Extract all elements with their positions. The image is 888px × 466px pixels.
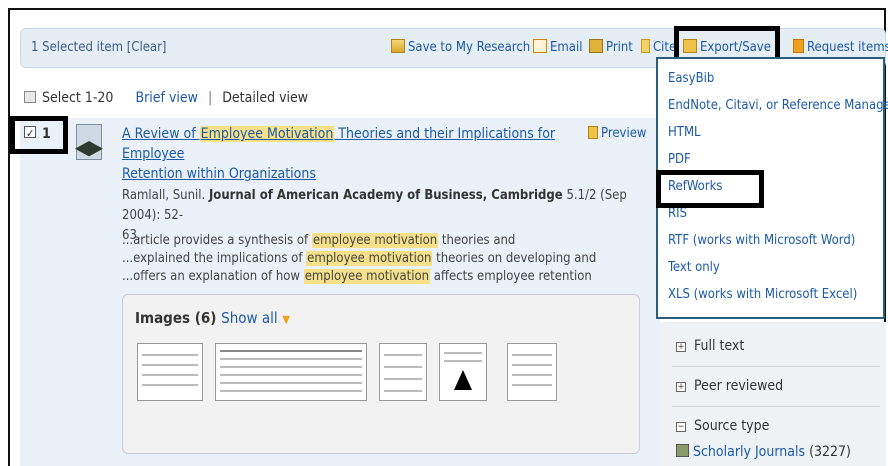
facet-label: Peer reviewed: [694, 378, 784, 394]
facet-label: Source type: [694, 418, 770, 434]
journal-icon: [676, 444, 689, 457]
preview-link[interactable]: Preview: [588, 126, 646, 141]
expand-icon: +: [676, 342, 686, 352]
title-highlight: Employee Motivation: [199, 126, 335, 142]
snippet-line: ...article provides a synthesis of emplo…: [122, 232, 596, 250]
request-items-label: Request items: [807, 40, 888, 55]
graduation-cap-icon: [75, 141, 103, 157]
snippet-text: theories on developing and: [432, 251, 597, 266]
snippet-text: theories and: [438, 233, 516, 248]
snippet-text: ...explained the implications of: [122, 251, 307, 266]
result-title-link[interactable]: A Review of Employee Motivation Theories…: [122, 124, 592, 184]
show-all-link[interactable]: Show all: [221, 309, 277, 327]
scholarly-journal-icon: [75, 124, 103, 160]
image-thumbnail[interactable]: [379, 343, 427, 401]
menu-item-ris[interactable]: RIS: [668, 206, 687, 221]
title-part: Retention within Organizations: [122, 166, 316, 182]
divider: [672, 406, 880, 407]
snippet-highlight: employee motivation: [306, 251, 433, 266]
save-to-research-label: Save to My Research: [408, 40, 531, 55]
snippet-highlight: employee motivation: [311, 233, 439, 248]
snippet-text: affects employee retention: [430, 269, 592, 284]
author: Ramlall, Sunil.: [122, 188, 206, 203]
menu-item-xls[interactable]: XLS (works with Microsoft Excel): [668, 287, 857, 302]
result-snippets: ...article provides a synthesis of emplo…: [122, 232, 596, 286]
menu-item-text-only[interactable]: Text only: [668, 260, 720, 275]
cite-label: Cite: [653, 40, 677, 55]
images-header: Images (6) Show all ▼: [135, 309, 290, 327]
menu-item-easybib[interactable]: EasyBib: [668, 71, 714, 86]
snippet-text: ...offers an explanation of how: [122, 269, 304, 284]
envelope-icon: [533, 39, 547, 53]
image-thumbnail[interactable]: [215, 343, 367, 401]
brief-view-link[interactable]: Brief view: [135, 90, 198, 106]
collapse-icon: −: [676, 422, 686, 432]
snippet-text: ...article provides a synthesis of: [122, 233, 312, 248]
chevron-down-icon: ▼: [282, 313, 290, 326]
detailed-view-label[interactable]: Detailed view: [222, 90, 308, 106]
print-button[interactable]: Print: [589, 39, 633, 55]
printer-icon: [589, 39, 603, 53]
snippet-highlight: employee motivation: [303, 269, 431, 284]
highlight-refworks-box: [656, 170, 764, 208]
request-icon: [793, 39, 804, 53]
snippet-line: ...offers an explanation of how employee…: [122, 268, 596, 286]
source-count: (3227): [809, 444, 851, 460]
clear-link[interactable]: [Clear]: [127, 40, 167, 55]
select-all-checkbox[interactable]: [24, 91, 36, 103]
filter-sidebar: + Full text + Peer reviewed − Source type S…: [660, 322, 886, 466]
triangle-shape: [454, 370, 472, 390]
image-thumbnail[interactable]: [137, 343, 203, 401]
facet-peer-reviewed[interactable]: + Peer reviewed: [676, 378, 783, 394]
preview-label: Preview: [601, 126, 647, 141]
email-label: Email: [550, 40, 583, 55]
folder-icon: [391, 39, 405, 53]
menu-item-rtf[interactable]: RTF (works with Microsoft Word): [668, 233, 855, 248]
facet-full-text[interactable]: + Full text: [676, 338, 744, 354]
print-label: Print: [606, 40, 633, 55]
selected-count: 1 Selected item [Clear]: [31, 40, 166, 55]
images-count: Images (6): [135, 309, 217, 327]
cite-button[interactable]: Cite: [641, 39, 676, 55]
facet-source-type[interactable]: − Source type: [676, 418, 769, 434]
menu-item-html[interactable]: HTML: [668, 125, 701, 140]
select-range-label: Select 1-20: [42, 90, 114, 106]
menu-item-pdf[interactable]: PDF: [668, 152, 691, 167]
request-items-button[interactable]: Request items: [793, 39, 888, 55]
expand-icon: +: [676, 382, 686, 392]
source-scholarly-journals[interactable]: Scholarly Journals (3227): [676, 444, 851, 460]
image-thumbnail[interactable]: [439, 343, 487, 401]
highlight-checkbox-box: [10, 116, 68, 154]
title-part: A Review of: [122, 126, 200, 142]
source-label: Scholarly Journals: [693, 444, 806, 460]
image-thumbnail[interactable]: [507, 343, 557, 401]
view-controls: Select 1-20 Brief view | Detailed view: [24, 90, 308, 106]
cite-icon: [641, 39, 650, 53]
selected-count-text: 1 Selected item: [31, 40, 124, 55]
preview-icon: [588, 126, 598, 139]
divider: [672, 366, 880, 367]
facet-label: Full text: [694, 338, 745, 354]
images-panel: Images (6) Show all ▼: [122, 294, 640, 454]
snippet-line: ...explained the implications of employe…: [122, 250, 596, 268]
email-button[interactable]: Email: [533, 39, 582, 55]
save-to-research-button[interactable]: Save to My Research: [391, 39, 530, 55]
menu-item-endnote[interactable]: EndNote, Citavi, or Reference Manager: [668, 98, 888, 113]
view-separator: |: [207, 90, 213, 106]
journal-name: Journal of American Academy of Business,…: [208, 188, 563, 203]
